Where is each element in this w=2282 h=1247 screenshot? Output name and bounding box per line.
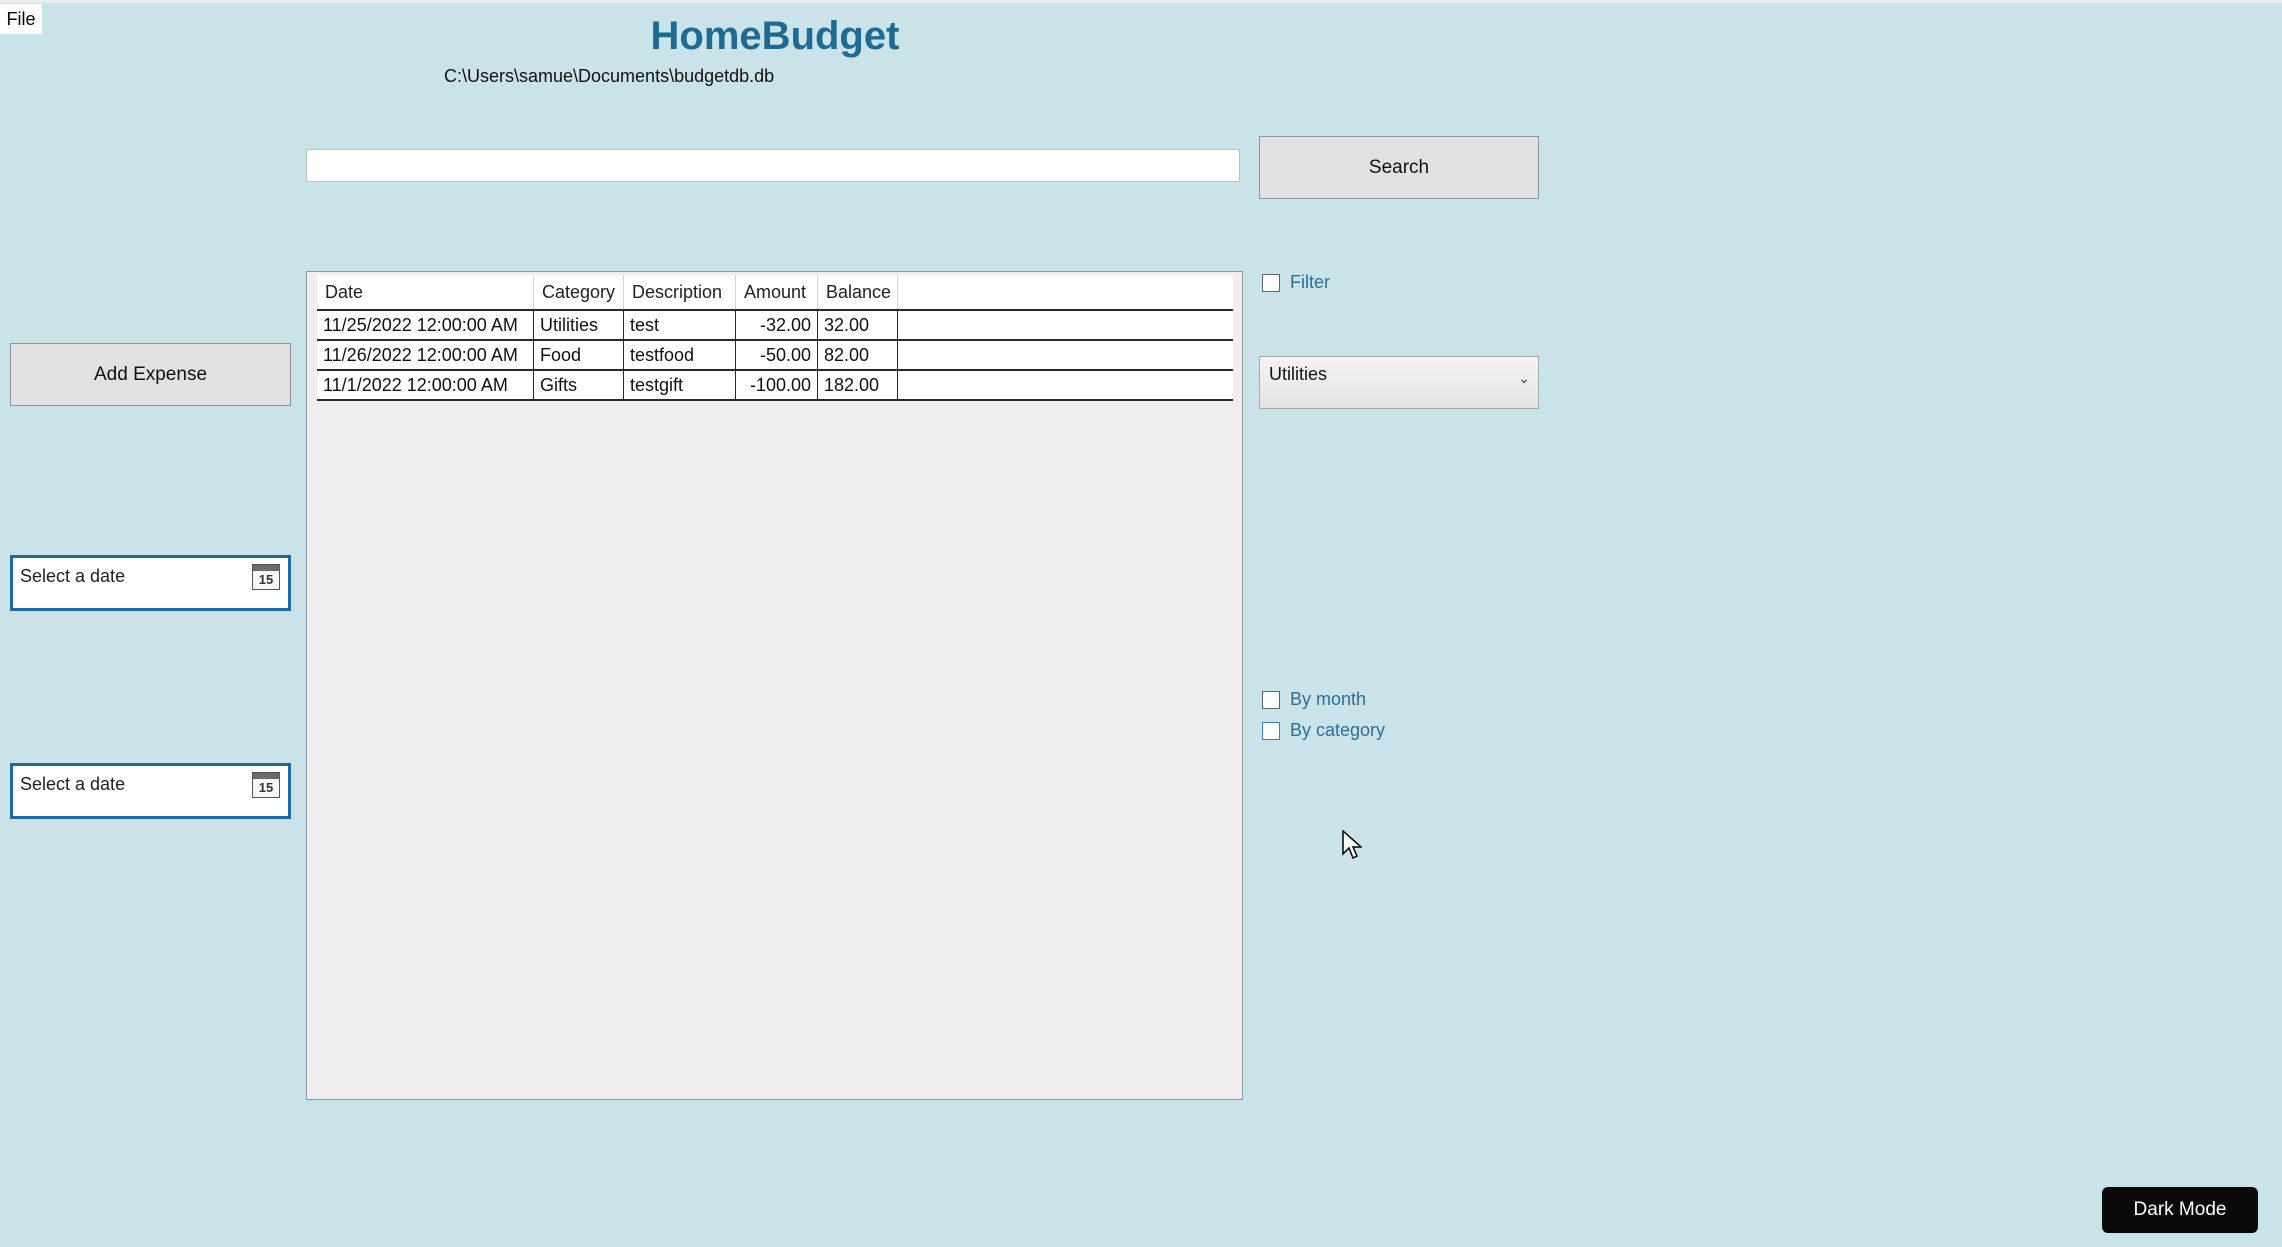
table-row[interactable]: 11/25/2022 12:00:00 AM Utilities test -3…	[317, 309, 1233, 339]
cell-date: 11/1/2022 12:00:00 AM	[317, 371, 534, 399]
cell-amount: -100.00	[736, 371, 818, 399]
dark-mode-button[interactable]: Dark Mode	[2102, 1187, 2258, 1233]
column-header-balance[interactable]: Balance	[818, 275, 898, 309]
by-month-checkbox-row[interactable]: By month	[1262, 689, 1366, 710]
cell-date: 11/25/2022 12:00:00 AM	[317, 311, 534, 339]
start-date-picker[interactable]: Select a date 15	[10, 555, 291, 611]
category-dropdown[interactable]: Utilities ⌄	[1259, 356, 1539, 409]
filter-checkbox-row[interactable]: Filter	[1262, 272, 1330, 293]
by-category-checkbox[interactable]	[1262, 721, 1280, 740]
start-date-placeholder: Select a date	[20, 566, 126, 586]
grid-body: 11/25/2022 12:00:00 AM Utilities test -3…	[317, 309, 1233, 401]
cell-amount: -32.00	[736, 311, 818, 339]
cell-description: testgift	[624, 371, 736, 399]
cell-balance: 82.00	[818, 341, 898, 369]
by-month-label: By month	[1290, 689, 1367, 709]
cell-category: Food	[534, 341, 624, 369]
search-input[interactable]	[306, 149, 1240, 182]
app-title: HomeBudget	[650, 14, 900, 58]
end-date-picker[interactable]: Select a date 15	[10, 763, 291, 819]
column-header-filler	[898, 275, 1233, 309]
cell-balance: 32.00	[818, 311, 898, 339]
calendar-icon[interactable]: 15	[252, 772, 280, 798]
calendar-day-number: 15	[258, 780, 274, 795]
category-selected-value: Utilities	[1269, 364, 1328, 384]
cell-amount: -50.00	[736, 341, 818, 369]
cell-filler	[898, 371, 1233, 399]
database-path: C:\Users\samue\Documents\budgetdb.db	[444, 66, 775, 86]
cell-date: 11/26/2022 12:00:00 AM	[317, 341, 534, 369]
search-button[interactable]: Search	[1259, 136, 1539, 199]
grid-header: Date Category Description Amount Balance	[317, 275, 1233, 309]
column-header-amount[interactable]: Amount	[736, 275, 818, 309]
cell-filler	[898, 311, 1233, 339]
by-month-checkbox[interactable]	[1262, 690, 1280, 709]
column-header-description[interactable]: Description	[624, 275, 736, 309]
calendar-icon[interactable]: 15	[252, 564, 280, 590]
add-expense-button[interactable]: Add Expense	[10, 343, 291, 406]
end-date-placeholder: Select a date	[20, 774, 126, 794]
by-category-checkbox-row[interactable]: By category	[1262, 720, 1385, 741]
cell-category: Gifts	[534, 371, 624, 399]
table-row[interactable]: 11/1/2022 12:00:00 AM Gifts testgift -10…	[317, 369, 1233, 401]
calendar-day-number: 15	[258, 572, 274, 587]
cell-description: test	[624, 311, 736, 339]
mouse-cursor-icon	[1342, 830, 1362, 860]
filter-checkbox[interactable]	[1262, 273, 1280, 292]
cell-balance: 182.00	[818, 371, 898, 399]
by-category-label: By category	[1290, 720, 1386, 740]
file-menu[interactable]: File	[0, 4, 42, 34]
window-top-edge	[0, 0, 2282, 3]
column-header-category[interactable]: Category	[534, 275, 624, 309]
column-header-date[interactable]: Date	[317, 275, 534, 309]
chevron-down-icon: ⌄	[1518, 370, 1530, 386]
expenses-grid[interactable]: Date Category Description Amount Balance…	[306, 271, 1243, 1100]
cell-category: Utilities	[534, 311, 624, 339]
filter-label: Filter	[1290, 272, 1330, 292]
table-row[interactable]: 11/26/2022 12:00:00 AM Food testfood -50…	[317, 339, 1233, 369]
cell-filler	[898, 341, 1233, 369]
cell-description: testfood	[624, 341, 736, 369]
